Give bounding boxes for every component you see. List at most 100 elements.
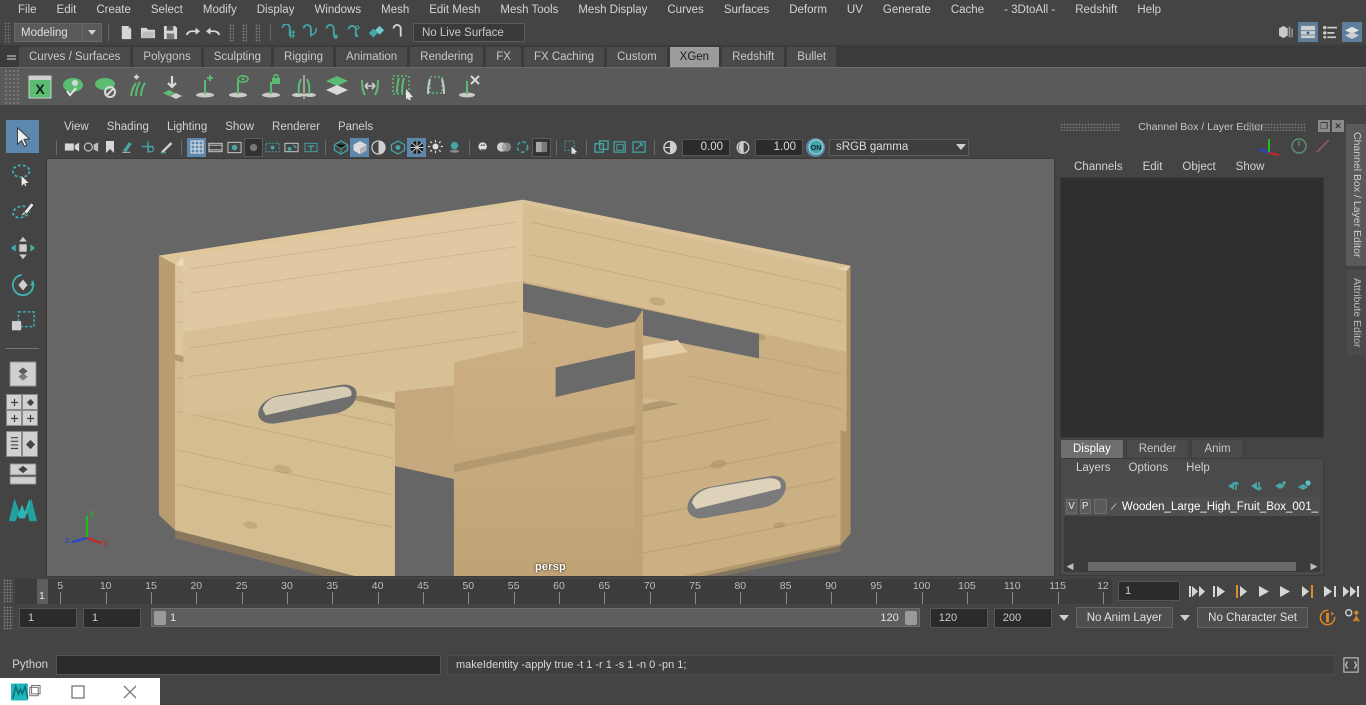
xgen-editor-icon[interactable]: X	[23, 70, 56, 104]
status-line-grip[interactable]	[4, 21, 11, 44]
snap-to-point-icon[interactable]	[321, 22, 343, 44]
persp-outliner-layout[interactable]	[6, 431, 39, 457]
layer-shading-toggle[interactable]	[1093, 499, 1107, 514]
speed-dial-icon[interactable]	[1290, 137, 1308, 155]
shelf-tab-bullet[interactable]: Bullet	[786, 46, 838, 67]
snap-to-curve-icon[interactable]	[299, 22, 321, 44]
shelf-tab-custom[interactable]: Custom	[606, 46, 668, 67]
layer-tab-anim[interactable]: Anim	[1191, 439, 1244, 458]
viewport-menu-renderer[interactable]: Renderer	[263, 118, 329, 136]
viewport-settings-icon[interactable]	[592, 138, 611, 157]
character-set-dropdown-arrow[interactable]	[1180, 614, 1191, 621]
select-camera-icon[interactable]	[62, 138, 81, 157]
select-tool[interactable]	[6, 120, 39, 153]
add-groom-description-icon[interactable]	[122, 70, 155, 104]
viewport-menu-shading[interactable]: Shading	[98, 118, 158, 136]
current-frame-field[interactable]: 1	[1118, 581, 1180, 601]
step-forward-frame-icon[interactable]	[1298, 581, 1316, 601]
single-perspective-view-layout[interactable]	[6, 357, 39, 390]
shelf-tab-curves-surfaces[interactable]: Curves / Surfaces	[18, 46, 132, 67]
snap-to-grid-icon[interactable]	[277, 22, 299, 44]
bookmark-icon[interactable]	[100, 138, 119, 157]
layer-tab-display[interactable]: Display	[1060, 439, 1124, 458]
layer-menu-layers[interactable]: Layers	[1067, 462, 1120, 474]
menu-deform[interactable]: Deform	[779, 0, 837, 20]
menu-curves[interactable]: Curves	[657, 0, 713, 20]
new-layer-icon[interactable]	[1274, 480, 1288, 492]
image-capture-icon[interactable]	[630, 138, 649, 157]
camera-attributes-icon[interactable]	[81, 138, 100, 157]
chevron-down-icon[interactable]	[82, 24, 101, 41]
channel-box-list[interactable]	[1060, 177, 1324, 438]
scrollbar-thumb[interactable]	[1088, 562, 1296, 571]
exposure-field[interactable]: 0.00	[682, 138, 730, 156]
close-panel-icon[interactable]: ✕	[1332, 120, 1344, 132]
persp-viewport[interactable]: y x z persp	[46, 158, 1055, 577]
show-hide-tool-settings-icon[interactable]	[1320, 22, 1340, 42]
lock-guide-icon[interactable]	[254, 70, 287, 104]
side-tab-channel-box[interactable]: Channel Box / Layer Editor	[1346, 124, 1366, 266]
use-default-material-icon[interactable]	[388, 138, 407, 157]
range-slider-grip[interactable]	[3, 605, 13, 630]
wireframe-shading-icon[interactable]	[331, 138, 350, 157]
move-layer-down-icon[interactable]	[1251, 480, 1265, 492]
step-forward-keyframe-icon[interactable]	[1320, 581, 1338, 601]
menu-select[interactable]: Select	[141, 0, 193, 20]
playback-start-field[interactable]: 1	[83, 607, 141, 628]
panel-grip-right[interactable]	[1246, 123, 1306, 131]
show-hide-modeling-toolkit-icon[interactable]	[1276, 22, 1296, 42]
channel-box-menu-object[interactable]: Object	[1172, 161, 1225, 173]
menu-mesh-tools[interactable]: Mesh Tools	[490, 0, 568, 20]
menu-mesh[interactable]: Mesh	[371, 0, 419, 20]
shaded-wireframe-icon[interactable]	[369, 138, 388, 157]
layout-outliner-cell[interactable]	[6, 431, 22, 457]
clear-region-icon[interactable]	[419, 70, 452, 104]
layers-icon[interactable]	[320, 70, 353, 104]
menu-generate[interactable]: Generate	[873, 0, 941, 20]
four-view-layout[interactable]	[6, 394, 39, 426]
range-bar[interactable]: 1 120	[151, 608, 920, 627]
show-hide-channel-box-icon[interactable]	[1342, 22, 1362, 42]
color-management-toggle-icon[interactable]: ON	[806, 137, 825, 157]
menu-set-selector[interactable]: Modeling	[14, 23, 102, 42]
scroll-left-arrow[interactable]: ◀	[1064, 561, 1076, 572]
scale-tool[interactable]	[6, 305, 39, 338]
lasso-select-tool[interactable]	[6, 157, 39, 190]
new-layer-from-selected-icon[interactable]	[1297, 480, 1311, 492]
display-textures-icon[interactable]	[407, 137, 426, 157]
motion-blur-icon[interactable]	[494, 138, 513, 157]
import-collection-icon[interactable]	[155, 70, 188, 104]
play-backwards-icon[interactable]	[1254, 581, 1272, 601]
layer-visibility-toggle[interactable]: V	[1066, 499, 1077, 514]
layer-playback-toggle[interactable]: P	[1079, 499, 1091, 514]
shelf-tab-redshift[interactable]: Redshift	[721, 46, 786, 67]
shelf-tab-fx-caching[interactable]: FX Caching	[522, 46, 606, 67]
channel-box-menu-edit[interactable]: Edit	[1133, 161, 1173, 173]
color-management-select[interactable]: sRGB gamma	[829, 138, 969, 156]
layer-row[interactable]: V P Wooden_Large_High_Fruit_Box_001_	[1064, 497, 1320, 516]
shelf-tab-polygons[interactable]: Polygons	[132, 46, 202, 67]
gamma-field[interactable]: 1.00	[755, 138, 803, 156]
redo-icon[interactable]	[203, 22, 225, 44]
auto-keyframe-icon[interactable]	[1314, 607, 1340, 629]
viewport-menu-view[interactable]: View	[55, 118, 98, 136]
show-hide-attribute-editor-icon[interactable]	[1298, 22, 1318, 42]
divider-grip[interactable]	[229, 23, 234, 42]
rotate-tool[interactable]	[6, 268, 39, 301]
shelf-grip[interactable]	[4, 68, 20, 105]
layout-quad-cell[interactable]	[6, 410, 22, 426]
view-transform-icon[interactable]	[611, 138, 630, 157]
move-layer-up-icon[interactable]	[1228, 480, 1242, 492]
character-set-select[interactable]: No Character Set	[1197, 607, 1308, 628]
maximize-window-icon[interactable]	[52, 678, 104, 705]
snap-to-projected-center-icon[interactable]	[343, 22, 365, 44]
step-back-frame-icon[interactable]	[1232, 581, 1250, 601]
panel-grip-left[interactable]	[1060, 123, 1120, 131]
menu-cache[interactable]: Cache	[941, 0, 994, 20]
command-language-label[interactable]: Python	[0, 659, 56, 671]
delete-guide-icon[interactable]	[452, 70, 485, 104]
maya-app-icon[interactable]	[0, 678, 52, 705]
shelf-tab-xgen[interactable]: XGen	[668, 46, 721, 67]
menu-modify[interactable]: Modify	[193, 0, 247, 20]
open-scene-icon[interactable]	[137, 22, 159, 44]
